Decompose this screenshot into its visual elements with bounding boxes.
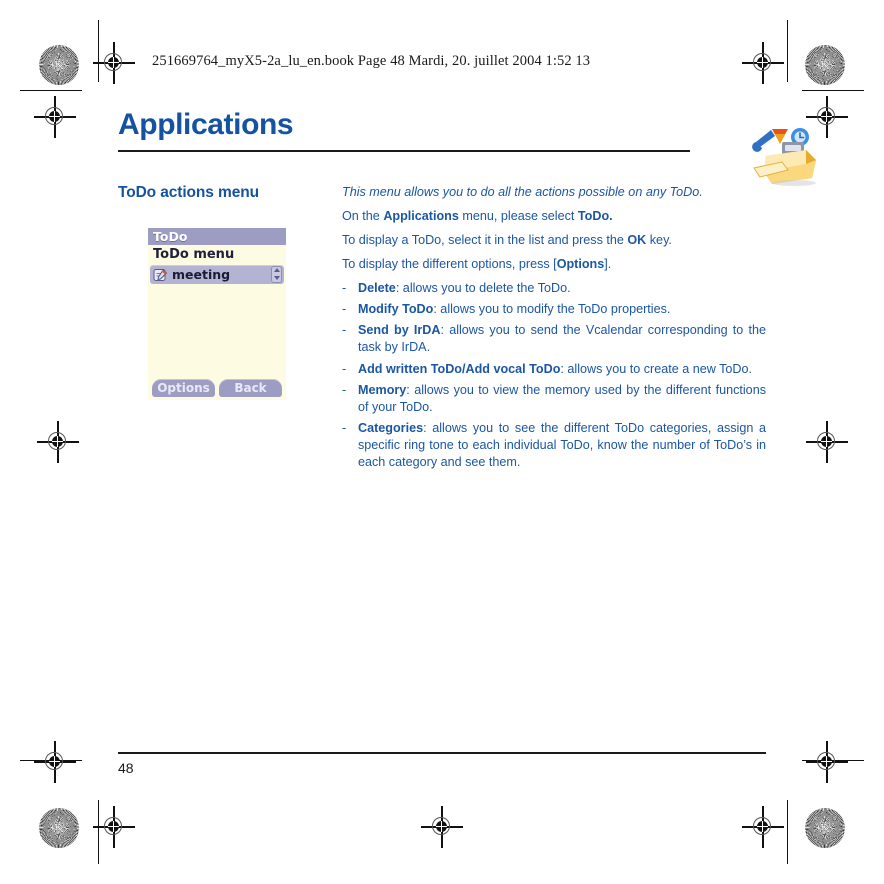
text-fragment: To display a ToDo, select it in the list… (342, 232, 628, 247)
option-term: Modify ToDo (358, 302, 434, 317)
registration-target-middle-left (37, 421, 79, 463)
option-term: Categories (358, 420, 424, 435)
right-column: This menu allows you to do all the actio… (342, 184, 766, 472)
option-description: : allows you to delete the ToDo. (395, 281, 571, 296)
crop-line-top-right-vertical (787, 20, 789, 82)
rosette-mark-bottom-left (39, 808, 79, 848)
book-file-header-line: 251669764_myX5-2a_lu_en.book Page 48 Mar… (152, 53, 591, 69)
crop-line-left-upper-horizontal (20, 90, 82, 92)
title-divider (118, 150, 690, 152)
crop-line-right-upper-horizontal (802, 90, 864, 92)
phone-subtitle: ToDo menu (148, 244, 286, 265)
crop-line-bottom-right-vertical (787, 800, 789, 864)
registration-target-middle-right (806, 421, 848, 463)
list-dash: - (342, 323, 347, 338)
phone-screenshot-todo-menu: ToDo ToDo menu meeting Options Back (148, 227, 286, 400)
option-description: : allows you to view the memory used by … (358, 382, 766, 414)
section-heading: ToDo actions menu (118, 183, 259, 201)
lead-paragraph: This menu allows you to do all the actio… (342, 184, 703, 199)
list-item: - Categories: allows you to see the diffe… (342, 420, 766, 471)
footer-divider (118, 752, 766, 754)
paragraph-display-todo: To display a ToDo, select it in the list… (342, 232, 766, 249)
rosette-mark-bottom-right (805, 808, 845, 848)
paragraph-open-menu: On the Applications menu, please select … (342, 208, 766, 225)
todo-note-icon (153, 267, 168, 282)
phone-titlebar: ToDo (148, 227, 286, 245)
list-item: - Modify ToDo: allows you to modify the T… (342, 301, 766, 318)
list-dash: - (342, 361, 347, 376)
list-dash: - (342, 382, 347, 397)
registration-target-top-right (742, 42, 784, 84)
list-item: - Memory: allows you to view the memory u… (342, 382, 766, 416)
applications-toolbox-icon (748, 120, 822, 186)
registration-target-lower-left-margin (34, 741, 76, 783)
option-description: : allows you to create a new ToDo. (560, 361, 752, 376)
list-item: - Delete: allows you to delete the ToDo. (342, 280, 766, 297)
scroll-up-down-icon[interactable] (271, 265, 282, 283)
page-number: 48 (118, 759, 134, 776)
list-dash: - (342, 420, 347, 435)
option-term: Add written ToDo/Add vocal ToDo (358, 361, 561, 376)
registration-target-top-left (93, 42, 135, 84)
text-fragment: key. (646, 232, 672, 247)
left-column: ToDo actions menu ToDo ToDo menu meeting… (118, 184, 323, 400)
phone-list-item-selected[interactable]: meeting (150, 264, 284, 284)
text-bold-ok: OK (627, 232, 647, 247)
rosette-mark-top-left (39, 45, 79, 85)
registration-target-upper-left-margin (34, 96, 76, 138)
list-item: - Send by IrDA: allows you to send the Vc… (342, 322, 766, 356)
registration-target-bottom-right (742, 806, 784, 848)
text-fragment: On the (342, 208, 384, 223)
text-fragment: menu, please select (458, 208, 578, 223)
list-dash: - (342, 281, 347, 296)
two-column-body: ToDo actions menu ToDo ToDo menu meeting… (118, 184, 766, 472)
list-dash: - (342, 302, 347, 317)
registration-target-bottom-left (93, 806, 135, 848)
text-bold-applications: Applications (383, 208, 459, 223)
option-term: Send by IrDA (358, 323, 441, 338)
page-footer: 48 (118, 752, 766, 776)
text-fragment: To display the different options, press … (342, 256, 557, 271)
softkey-back[interactable]: Back (219, 378, 282, 397)
registration-target-lower-right-margin (806, 741, 848, 783)
softkey-options[interactable]: Options (152, 378, 215, 397)
option-term: Delete (358, 281, 396, 296)
list-item: - Add written ToDo/Add vocal ToDo: allows… (342, 361, 766, 378)
option-description: : allows you to modify the ToDo properti… (433, 302, 671, 317)
text-bold-options: Options (556, 256, 605, 271)
rosette-mark-top-right (805, 45, 845, 85)
options-list: - Delete: allows you to delete the ToDo. … (342, 280, 766, 471)
page-content: Applications ToDo actions menu ToDo ToDo… (118, 108, 816, 475)
paragraph-display-options: To display the different options, press … (342, 256, 766, 273)
option-term: Memory (358, 382, 407, 397)
page-title: Applications (118, 108, 294, 141)
registration-target-bottom-center (421, 806, 463, 848)
text-fragment: ]. (604, 256, 612, 271)
phone-list-item-label: meeting (172, 266, 231, 282)
printed-page: 251669764_myX5-2a_lu_en.book Page 48 Mar… (0, 0, 884, 884)
text-bold-todo: ToDo. (577, 208, 613, 223)
phone-softkey-bar: Options Back (148, 378, 286, 397)
